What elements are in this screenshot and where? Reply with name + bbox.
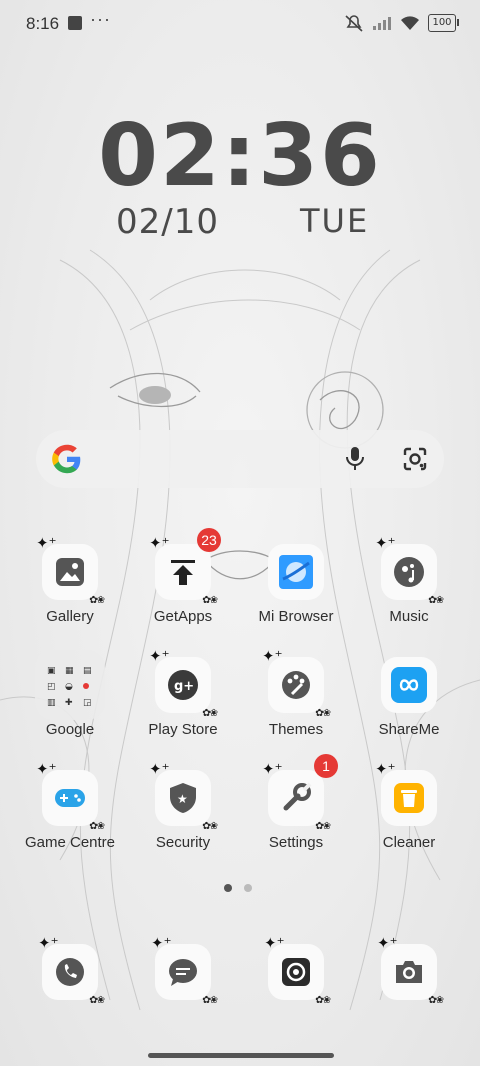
app-label: Security	[155, 834, 211, 851]
game-centre-icon: ✦⁺ ✿❀	[36, 761, 105, 832]
settings-icon: ✦⁺ ✿❀ 1	[262, 754, 338, 832]
app-security[interactable]: ✦⁺ ★ ✿❀ Security	[127, 761, 239, 851]
app-gallery[interactable]: ✦⁺ ✿❀ Gallery	[14, 535, 126, 625]
play-store-icon: ✦⁺ g+ ✿❀	[149, 648, 218, 719]
google-folder-icon: ▣ ▦ ▤ ◰ ◒ ▥ ✚ ◲	[35, 650, 105, 720]
app-game-centre[interactable]: ✦⁺ ✿❀ Game Centre	[14, 761, 126, 851]
google-lens-icon[interactable]	[402, 446, 428, 472]
page-indicator	[224, 884, 252, 892]
app-label: Game Centre	[24, 834, 116, 851]
dock-phone[interactable]: ✦⁺ ✿❀	[38, 935, 105, 1006]
app-label: Gallery	[46, 608, 94, 625]
page-dot	[244, 884, 252, 892]
notification-badge: 23	[197, 528, 221, 552]
app-getapps[interactable]: ✦⁺ ✿❀ 23 GetApps	[127, 528, 239, 625]
app-shareme[interactable]: ShareMe	[353, 657, 465, 738]
dock-chrome[interactable]: ✦⁺ ✿❀	[264, 935, 331, 1006]
app-label: Music	[389, 608, 429, 625]
google-search-bar[interactable]	[36, 430, 444, 488]
gallery-icon: ✦⁺ ✿❀	[36, 535, 105, 606]
clock-time[interactable]: 02:36	[0, 106, 480, 206]
dock-messages[interactable]: ✦⁺ ✿❀	[151, 935, 218, 1006]
messages-icon	[169, 959, 197, 986]
app-cleaner[interactable]: ✦⁺ Cleaner	[353, 761, 465, 851]
svg-text:▥: ▥	[47, 698, 56, 707]
app-label: GetApps	[153, 608, 213, 625]
cleaner-icon: ✦⁺	[375, 761, 437, 826]
app-label: Google	[45, 721, 95, 738]
app-label: Themes	[268, 721, 324, 738]
app-music[interactable]: ✦⁺ ✿❀ Music	[353, 535, 465, 625]
app-play-store[interactable]: ✦⁺ g+ ✿❀ Play Store	[127, 648, 239, 738]
page-dot-active	[224, 884, 232, 892]
getapps-icon: ✦⁺ ✿❀ 23	[149, 528, 221, 606]
battery-indicator: 100	[428, 14, 459, 32]
app-label: Play Store	[148, 721, 218, 738]
status-time: 8:16	[26, 14, 60, 33]
clock-date: 02/10	[116, 202, 219, 242]
alarm-silent-icon	[345, 15, 363, 32]
svg-text:◲: ◲	[83, 698, 92, 707]
mi-browser-icon	[268, 544, 324, 600]
dock-camera[interactable]: ✦⁺ ✿❀	[377, 935, 444, 1006]
svg-text:✚: ✚	[65, 698, 73, 707]
home-gesture-bar[interactable]	[148, 1053, 334, 1058]
chrome-icon	[282, 958, 310, 986]
svg-text:▣: ▣	[47, 666, 56, 676]
app-label: Cleaner	[382, 834, 436, 851]
app-mi-browser[interactable]: Mi Browser	[240, 544, 352, 625]
wifi-icon	[401, 16, 419, 30]
cellular-signal-icon	[373, 17, 391, 30]
more-notifications-icon: ···	[90, 9, 111, 29]
app-label: Settings	[268, 834, 324, 851]
clock-day: TUE	[300, 202, 370, 240]
shareme-icon	[381, 657, 437, 713]
svg-text:★: ★	[177, 792, 188, 806]
status-bar: 8:16 ··· 100	[0, 0, 480, 46]
app-label: Mi Browser	[258, 608, 334, 625]
app-label: ShareMe	[378, 721, 440, 738]
app-settings[interactable]: ✦⁺ ✿❀ 1 Settings	[240, 754, 352, 851]
themes-icon: ✦⁺ ✿❀	[262, 648, 331, 719]
app-themes[interactable]: ✦⁺ ✿❀ Themes	[240, 648, 352, 738]
svg-text:▦: ▦	[65, 666, 74, 676]
microphone-icon[interactable]	[344, 446, 366, 472]
google-logo-icon	[52, 444, 81, 474]
music-icon: ✦⁺ ✿❀	[375, 535, 444, 606]
camera-icon	[396, 961, 422, 983]
security-icon: ✦⁺ ★ ✿❀	[149, 761, 218, 832]
svg-text:◒: ◒	[65, 682, 73, 692]
svg-text:◰: ◰	[47, 682, 56, 692]
notification-badge: 1	[314, 754, 338, 778]
phone-icon	[56, 958, 84, 986]
app-google-folder[interactable]: ▣ ▦ ▤ ◰ ◒ ▥ ✚ ◲ Google	[14, 650, 126, 738]
notification-app-icon	[68, 16, 82, 30]
svg-text:g+: g+	[174, 679, 194, 694]
svg-text:▤: ▤	[83, 666, 92, 676]
